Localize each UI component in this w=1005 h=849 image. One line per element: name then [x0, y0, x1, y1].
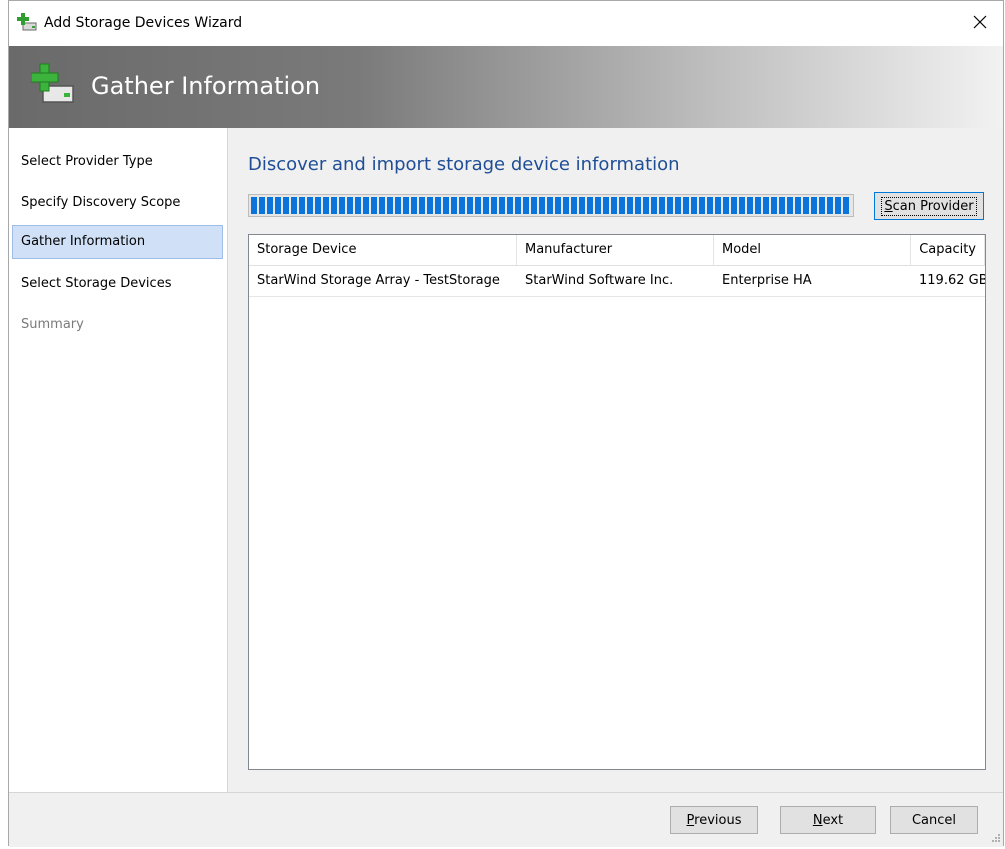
wizard-window: Add Storage Devices Wizard Gather Inform…	[8, 0, 1004, 847]
title-bar[interactable]: Add Storage Devices Wizard	[9, 1, 1003, 46]
wizard-footer: Previous Next Cancel	[9, 792, 1003, 847]
close-icon	[973, 15, 987, 33]
cancel-button[interactable]: Cancel	[890, 806, 978, 834]
scan-provider-label: Scan Provider	[881, 196, 977, 216]
table-header: Storage Device Manufacturer Model Capaci…	[249, 235, 985, 266]
step-select-storage-devices[interactable]: Select Storage Devices	[12, 267, 223, 301]
step-select-provider-type[interactable]: Select Provider Type	[12, 145, 223, 179]
step-gather-information[interactable]: Gather Information	[12, 225, 223, 259]
step-specify-discovery-scope[interactable]: Specify Discovery Scope	[12, 186, 223, 220]
section-heading: Discover and import storage device infor…	[248, 154, 680, 175]
storage-devices-table[interactable]: Storage Device Manufacturer Model Capaci…	[248, 234, 986, 770]
column-header-storage-device[interactable]: Storage Device	[249, 235, 517, 265]
previous-label: Previous	[686, 812, 742, 828]
step-summary: Summary	[21, 317, 84, 332]
table-row[interactable]: StarWind Storage Array - TestStorage Sta…	[249, 266, 985, 297]
scan-provider-button[interactable]: Scan Provider	[874, 192, 984, 220]
page-title: Gather Information	[91, 72, 321, 100]
window-title: Add Storage Devices Wizard	[44, 15, 243, 31]
main-panel: Discover and import storage device infor…	[228, 128, 1003, 792]
cell-capacity: 119.62 GB	[919, 273, 985, 288]
previous-button[interactable]: Previous	[670, 806, 758, 834]
close-button[interactable]	[957, 1, 1003, 46]
resize-grip-icon[interactable]	[989, 833, 1001, 845]
wizard-banner: Gather Information	[9, 46, 1003, 128]
next-label: Next	[812, 812, 844, 828]
cell-model: Enterprise HA	[722, 273, 812, 288]
column-header-capacity[interactable]: Capacity	[911, 235, 985, 265]
progress-fill	[251, 197, 851, 214]
cell-manufacturer: StarWind Software Inc.	[525, 273, 674, 288]
wizard-steps: Select Provider Type Specify Discovery S…	[9, 128, 228, 792]
add-storage-icon	[30, 62, 75, 106]
cell-storage-device: StarWind Storage Array - TestStorage	[257, 273, 500, 288]
column-header-manufacturer[interactable]: Manufacturer	[517, 235, 714, 265]
column-header-model[interactable]: Model	[714, 235, 911, 265]
next-button[interactable]: Next	[780, 806, 876, 834]
discovery-progress-bar	[248, 194, 854, 217]
add-storage-icon	[17, 12, 37, 32]
